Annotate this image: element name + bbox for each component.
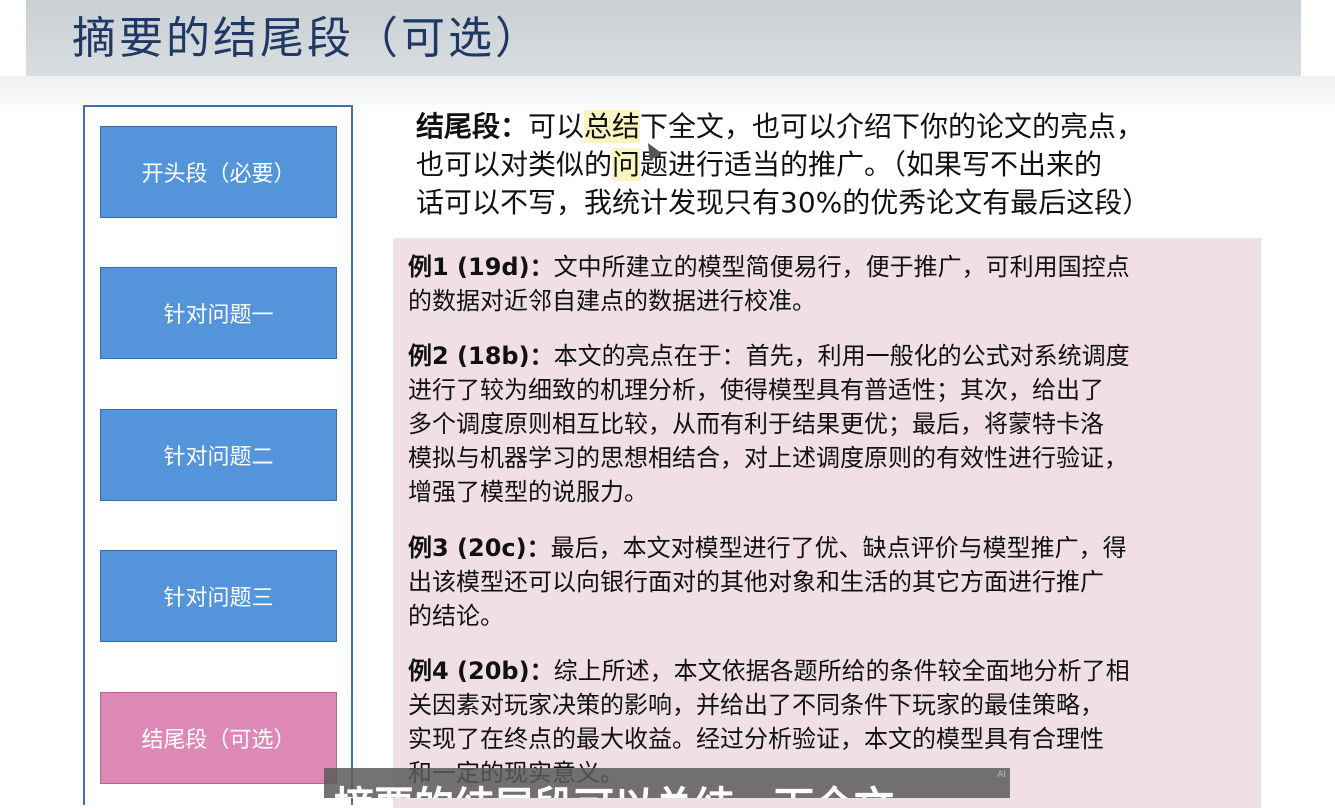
ai-watermark: AI: [997, 770, 1006, 780]
example-line: 例4 (20b)：综上所述，本文依据各题所给的条件较全面地分析了相: [408, 654, 1248, 688]
intro-label: 结尾段：: [416, 110, 529, 143]
intro-text: 题进行适当的推广。（如果写不出来的: [640, 148, 1103, 181]
example-line: 的数据对近邻自建点的数据进行校准。: [408, 287, 816, 315]
example-label: 例4 (20b)：: [408, 657, 554, 685]
intro-line-1: 结尾段：可以总结下全文，也可以介绍下你的论文的亮点，: [416, 108, 1246, 146]
sidebar-item-ending[interactable]: 结尾段（可选）: [100, 692, 337, 784]
example-line: 例2 (18b)：本文的亮点在于：首先，利用一般化的公式对系统调度: [408, 339, 1248, 373]
example-line: 例1 (19d)：文中所建立的模型简便易行，便于推广，可利用国控点: [408, 250, 1248, 284]
intro-text: 下全文，也可以介绍下你的论文的亮点，: [640, 110, 1145, 143]
sidebar-item-problem-two[interactable]: 针对问题二: [100, 409, 337, 501]
slide-title: 摘要的结尾段（可选）: [72, 13, 542, 64]
example-line: 进行了较为细致的机理分析，使得模型具有普适性；其次，给出了: [408, 376, 1104, 404]
example-line: 多个调度原则相互比较，从而有利于结果更优；最后，将蒙特卡洛: [408, 410, 1104, 438]
video-subtitle: 摘要的结尾段可以总结一下全文 AI: [324, 768, 1010, 798]
example-line: 例3 (20c)：最后，本文对模型进行了优、缺点评价与模型推广，得: [408, 531, 1248, 565]
intro-paragraph: 结尾段：可以总结下全文，也可以介绍下你的论文的亮点， 也可以对类似的问题进行适当…: [416, 108, 1246, 222]
example-text: 最后，本文对模型进行了优、缺点评价与模型推广，得: [550, 534, 1127, 562]
example-text: 文中所建立的模型简便易行，便于推广，可利用国控点: [553, 253, 1130, 281]
intro-line-2: 也可以对类似的问题进行适当的推广。（如果写不出来的: [416, 146, 1246, 184]
sidebar-item-problem-one[interactable]: 针对问题一: [100, 267, 337, 359]
example-line: 的结论。: [408, 602, 504, 630]
example-text: 本文的亮点在于：首先，利用一般化的公式对系统调度: [553, 342, 1130, 370]
subtitle-text: 摘要的结尾段可以总结一下全文: [334, 774, 894, 798]
sidebar-item-opening[interactable]: 开头段（必要）: [100, 126, 337, 218]
intro-text: 可以: [528, 110, 585, 143]
highlight-text: 问: [612, 148, 641, 181]
title-bar: 摘要的结尾段（可选）: [26, 0, 1301, 76]
example-label: 例3 (20c)：: [408, 534, 551, 562]
highlight-text: 总结: [584, 110, 641, 143]
sidebar-item-problem-three[interactable]: 针对问题三: [100, 550, 337, 642]
example-text: 综上所述，本文依据各题所给的条件较全面地分析了相: [553, 657, 1130, 685]
example-line: 模拟与机器学习的思想相结合，对上述调度原则的有效性进行验证，: [408, 444, 1128, 472]
intro-line-3: 话可以不写，我统计发现只有30%的优秀论文有最后这段）: [416, 186, 1151, 219]
example-line: 关因素对玩家决策的影响，并给出了不同条件下玩家的最佳策略，: [408, 691, 1104, 719]
examples-panel: 例1 (19d)：文中所建立的模型简便易行，便于推广，可利用国控点 的数据对近邻…: [393, 238, 1261, 808]
example-2: 例2 (18b)：本文的亮点在于：首先，利用一般化的公式对系统调度 进行了较为细…: [408, 339, 1248, 509]
intro-text: 也可以对类似的: [416, 148, 613, 181]
example-line: 增强了模型的说服力。: [408, 478, 648, 506]
example-line: 出该模型还可以向银行面对的其他对象和生活的其它方面进行推广: [408, 568, 1104, 596]
example-3: 例3 (20c)：最后，本文对模型进行了优、缺点评价与模型推广，得 出该模型还可…: [408, 531, 1248, 633]
example-label: 例1 (19d)：: [408, 253, 554, 281]
example-label: 例2 (18b)：: [408, 342, 554, 370]
example-1: 例1 (19d)：文中所建立的模型简便易行，便于推广，可利用国控点 的数据对近邻…: [408, 250, 1248, 318]
example-line: 实现了在终点的最大收益。经过分析验证，本文的模型具有合理性: [408, 725, 1104, 753]
